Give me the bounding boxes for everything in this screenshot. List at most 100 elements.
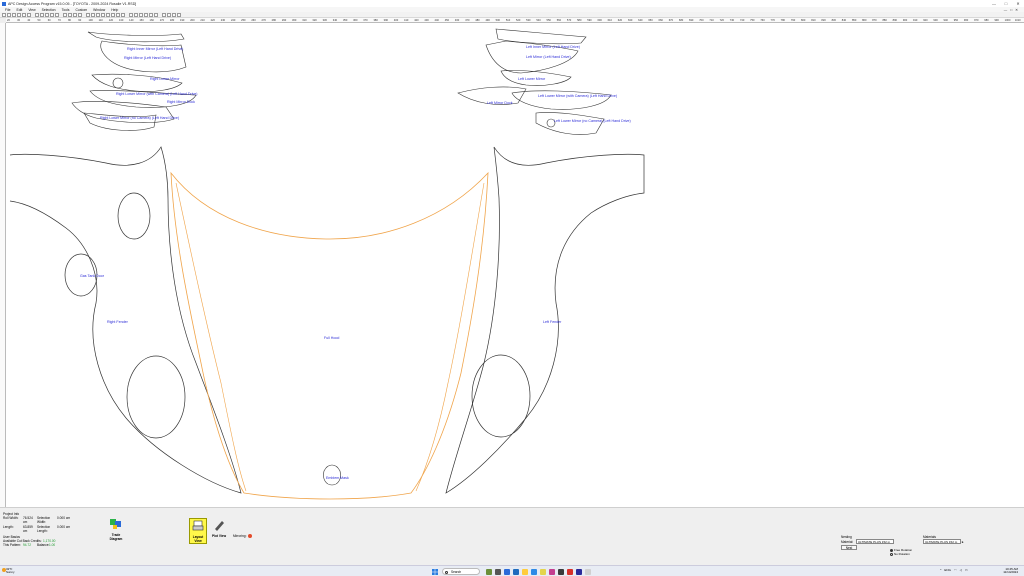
toolbar-button[interactable] — [22, 12, 26, 17]
taskbar-app-terminal-icon[interactable] — [558, 568, 564, 575]
toolbar-button[interactable] — [86, 12, 90, 17]
menu-window[interactable]: Window — [90, 8, 108, 12]
toolbar-button[interactable] — [45, 12, 49, 17]
toolbar-button[interactable] — [17, 12, 21, 17]
project-info: Project Info Roll Width: 76.524 cm Selec… — [3, 512, 103, 548]
toolbar-button[interactable] — [154, 12, 158, 17]
toolbar-button[interactable] — [106, 12, 110, 17]
ruler-tick-label: 690 — [689, 18, 694, 22]
menu-help[interactable]: Help — [108, 8, 121, 12]
volume-icon[interactable]: ◁ — [960, 568, 962, 572]
doc-close-button[interactable]: ✕ — [1015, 8, 1018, 12]
ruler-tick-label: 650 — [648, 18, 653, 22]
ruler-tick-label: 510 — [505, 18, 511, 22]
no-rotation-radio[interactable] — [890, 552, 893, 556]
label-right-mirror-dock: Right Mirror Dock — [167, 100, 195, 104]
taskbar-app-acrobat-icon[interactable] — [567, 568, 573, 575]
layout-view-button[interactable]: Layout View — [189, 518, 207, 544]
toolbar-button[interactable] — [78, 12, 82, 17]
ruler-tick-label: 930 — [933, 18, 938, 22]
toolbar-button[interactable] — [96, 12, 100, 17]
menu-file[interactable]: File — [2, 8, 13, 12]
ruler-tick-label: 880 — [882, 18, 887, 22]
taskbar-clock[interactable]: 10:45 AM 11/14/2024 — [990, 567, 1018, 576]
tray-chevron-up-icon[interactable]: ^ — [940, 568, 941, 572]
toolbar-button[interactable] — [73, 12, 77, 17]
ruler-tick-label: 870 — [872, 18, 877, 22]
toolbar-button[interactable] — [12, 12, 16, 17]
toolbar-button[interactable] — [144, 12, 148, 17]
ruler-tick-label: 390 — [383, 18, 388, 22]
no-rotation-option[interactable]: No Rotation — [890, 552, 912, 556]
toolbar-button[interactable] — [101, 12, 105, 17]
ruler-tick-label: 820 — [821, 18, 826, 22]
weather-widget[interactable]: 32°F Sunny — [6, 567, 15, 576]
ruler-tick-label: 470 — [465, 18, 470, 22]
wifi-icon[interactable]: ◠ — [954, 568, 957, 572]
toolbar-button[interactable] — [50, 12, 54, 17]
toolbar-button[interactable] — [111, 12, 115, 17]
right-fender-wheel-arch — [126, 355, 186, 439]
doc-restore-button[interactable]: □ — [1010, 8, 1012, 12]
maximize-button[interactable]: □ — [1000, 0, 1012, 7]
menu-custom[interactable]: Custom — [72, 8, 90, 12]
arrow-right-icon[interactable]: ▸ — [962, 540, 968, 544]
toolbar-button[interactable] — [139, 12, 143, 17]
taskbar-search[interactable]: Search — [442, 568, 480, 575]
toolbar-button[interactable] — [162, 12, 166, 17]
toolbar-button[interactable] — [68, 12, 72, 17]
battery-icon[interactable]: ▭ — [965, 568, 968, 572]
windows-start-icon[interactable] — [432, 568, 438, 575]
toolbar-button[interactable] — [55, 12, 59, 17]
toolbar-button[interactable] — [63, 12, 67, 17]
taskbar-app-taskview-icon[interactable] — [495, 568, 501, 575]
minimize-button[interactable]: — — [988, 0, 1000, 7]
system-tray[interactable]: ^ ENG ◠ ◁ ▭ — [940, 568, 968, 572]
label-right-lower-mirror: Right Lower Mirror — [150, 77, 180, 81]
toolbar-button[interactable] — [121, 12, 125, 17]
app-icon — [2, 1, 6, 6]
toolbar-button[interactable] — [7, 12, 11, 17]
nesting-material-select[interactable]: ULTIMATE PLUS 152 m — [855, 539, 894, 544]
taskbar-app-edge-icon[interactable] — [504, 568, 510, 575]
menu-tools[interactable]: Tools — [59, 8, 73, 12]
taskbar-app-explorer-icon[interactable] — [522, 568, 528, 575]
ruler-tick-label: 150 — [139, 18, 144, 22]
nest-button[interactable]: Nest — [841, 545, 857, 551]
taskbar-app-outlook-icon[interactable] — [513, 568, 519, 575]
menu-selection[interactable]: Selection — [39, 8, 59, 12]
toolbar-button[interactable] — [149, 12, 153, 17]
trade-diagram-icon — [110, 519, 121, 529]
toolbar-button[interactable] — [172, 12, 176, 17]
pattern-canvas[interactable]: Right Inner Mirror (Left Hand Drive) Rig… — [6, 23, 1020, 507]
plot-view-button[interactable]: Plot View — [210, 518, 228, 544]
taskbar-app-landscape-icon[interactable] — [486, 568, 492, 575]
toolbar-button[interactable] — [177, 12, 181, 17]
taskbar-app-photos-icon[interactable] — [549, 568, 555, 575]
menu-view[interactable]: View — [25, 8, 38, 12]
taskbar-app-settings-icon[interactable] — [585, 568, 591, 575]
toolbar-button[interactable] — [91, 12, 95, 17]
toolbar-button[interactable] — [27, 12, 31, 17]
toolbar-button[interactable] — [134, 12, 138, 17]
toolbar-button[interactable] — [116, 12, 120, 17]
full-hood-inner-line-right — [415, 182, 485, 492]
toolbar-button[interactable] — [35, 12, 39, 17]
toolbar-button[interactable] — [167, 12, 171, 17]
ruler-tick-label: 660 — [658, 18, 663, 22]
taskbar-app-sticky-icon[interactable] — [540, 568, 546, 575]
doc-minimize-button[interactable]: — — [1004, 8, 1007, 12]
taskbar-app-store-icon[interactable] — [531, 568, 537, 575]
taskbar-app-apc-icon[interactable] — [576, 568, 582, 575]
toolbar-button[interactable] — [40, 12, 44, 17]
close-button[interactable]: ✕ — [1012, 0, 1024, 7]
materials-select[interactable]: ULTIMATE PLUS 152 m — [923, 539, 961, 544]
toolbar-button[interactable] — [2, 12, 6, 17]
this-pattern-value: 94.72 — [23, 543, 31, 548]
menu-edit[interactable]: Edit — [13, 8, 25, 12]
trade-diagram-button[interactable]: Trade Diagram — [107, 517, 125, 543]
tray-language[interactable]: ENG — [944, 568, 951, 572]
ruler-tick-label: 250 — [241, 18, 246, 22]
mirroring-indicator-icon[interactable] — [248, 534, 252, 538]
toolbar-button[interactable] — [129, 12, 133, 17]
